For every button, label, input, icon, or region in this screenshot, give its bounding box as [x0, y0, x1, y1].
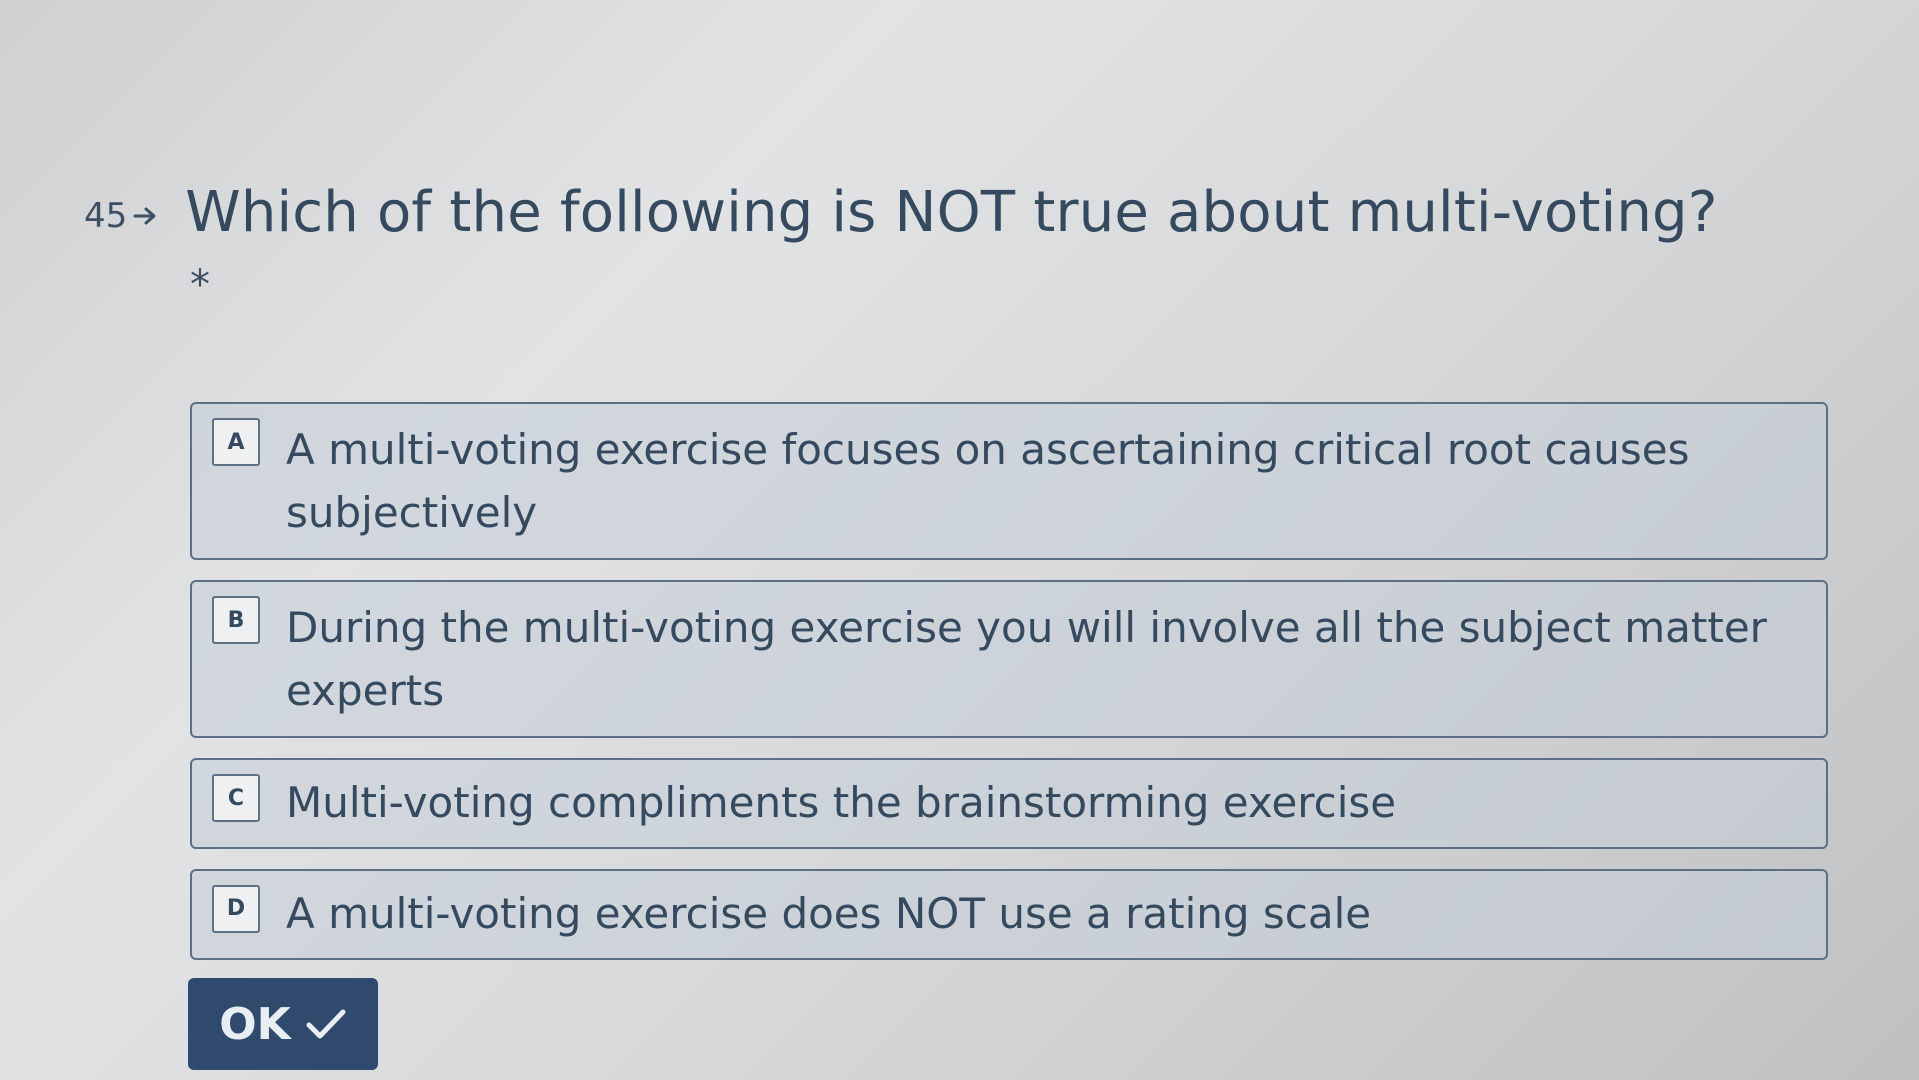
- choice-d[interactable]: D A multi-voting exercise does NOT use a…: [190, 868, 1828, 960]
- question-title: Which of the following is NOT true about…: [185, 180, 1718, 245]
- choice-text-b: During the multi-voting exercise you wil…: [286, 603, 1767, 715]
- question-number-group: 45: [84, 196, 159, 236]
- ok-button[interactable]: OK: [188, 978, 378, 1070]
- choice-text-a: A multi-voting exercise focuses on ascer…: [286, 425, 1690, 537]
- choice-a[interactable]: A A multi-voting exercise focuses on asc…: [190, 402, 1828, 560]
- ok-button-label: OK: [219, 998, 291, 1050]
- choice-key-b: B: [212, 596, 260, 644]
- choice-key-a: A: [212, 418, 260, 466]
- arrow-right-icon: [133, 207, 156, 225]
- question-number: 45: [84, 196, 128, 236]
- choice-list: A A multi-voting exercise focuses on asc…: [190, 402, 1828, 980]
- choice-text-c: Multi-voting compliments the brainstormi…: [286, 778, 1397, 827]
- checkmark-icon: [306, 1009, 346, 1039]
- required-marker: *: [190, 262, 210, 308]
- typeform-question-screen: 45 Which of the following is NOT true ab…: [0, 0, 1919, 1080]
- question-header: 45 Which of the following is NOT true ab…: [84, 180, 1718, 245]
- choice-b[interactable]: B During the multi-voting exercise you w…: [190, 580, 1828, 738]
- choice-key-c: C: [212, 774, 260, 822]
- choice-key-d: D: [212, 884, 260, 933]
- choice-c[interactable]: C Multi-voting compliments the brainstor…: [190, 758, 1828, 849]
- choice-text-d: A multi-voting exercise does NOT use a r…: [286, 888, 1372, 938]
